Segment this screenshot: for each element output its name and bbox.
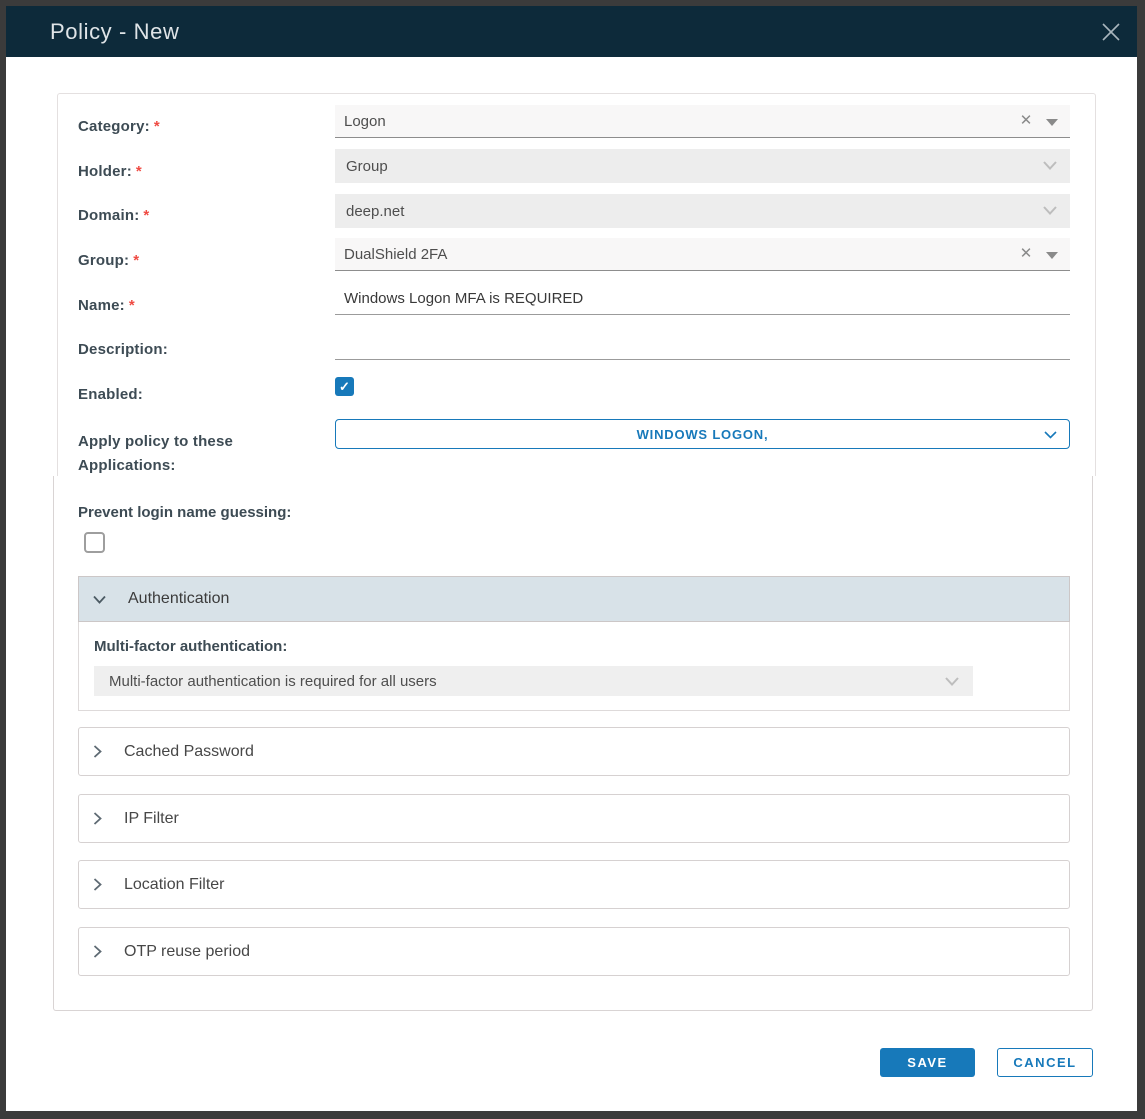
enabled-label-text: Enabled:: [78, 386, 143, 403]
accordion-location-filter[interactable]: Location Filter: [78, 860, 1070, 909]
holder-field-wrap: Group: [335, 149, 1070, 183]
name-input[interactable]: [335, 284, 1070, 315]
accordion-authentication-label: Authentication: [128, 590, 229, 608]
domain-select[interactable]: deep.net: [335, 194, 1070, 228]
chevron-right-icon: [93, 812, 102, 825]
applications-value: WINDOWS LOGON,: [637, 427, 769, 442]
required-asterisk: *: [143, 207, 149, 224]
category-field-wrap: Logon ✕: [335, 105, 1070, 138]
group-field-wrap: DualShield 2FA ✕: [335, 238, 1070, 271]
name-label-text: Name:: [78, 297, 125, 314]
holder-label: Holder:*: [78, 163, 142, 180]
dropdown-caret-icon[interactable]: [1046, 252, 1058, 259]
accordion-cached-password[interactable]: Cached Password: [78, 727, 1070, 776]
description-label: Description:: [78, 341, 168, 358]
prevent-guessing-checkbox-wrap: [84, 532, 105, 553]
domain-field-wrap: deep.net: [335, 194, 1070, 228]
chevron-down-icon: [1044, 431, 1057, 439]
category-label-text: Category:: [78, 118, 150, 135]
description-input[interactable]: [335, 329, 1070, 360]
category-combobox[interactable]: Logon ✕: [335, 105, 1070, 138]
accordion-otp-reuse-period[interactable]: OTP reuse period: [78, 927, 1070, 976]
description-label-text: Description:: [78, 341, 168, 358]
required-asterisk: *: [154, 118, 160, 135]
group-value: DualShield 2FA: [344, 246, 447, 263]
chevron-right-icon: [93, 945, 102, 958]
mfa-select[interactable]: Multi-factor authentication is required …: [94, 666, 973, 696]
enabled-field-wrap: ✓: [335, 377, 1070, 396]
chevron-down-icon: [93, 595, 106, 604]
category-label: Category:*: [78, 118, 160, 135]
dialog-body: Category:* Logon ✕ Holder:* Group: [6, 57, 1137, 1111]
group-combobox[interactable]: DualShield 2FA ✕: [335, 238, 1070, 271]
form-panel-bottom: Prevent login name guessing: Authenticat…: [53, 476, 1093, 1011]
required-asterisk: *: [133, 252, 139, 269]
required-asterisk: *: [129, 297, 135, 314]
clear-icon[interactable]: ✕: [1018, 245, 1034, 263]
accordion-cached-password-label: Cached Password: [124, 743, 254, 761]
apply-policy-label: Apply policy to these Applications:: [78, 430, 233, 478]
policy-dialog: Policy - New Category:* Logon ✕: [6, 6, 1137, 1111]
chevron-down-icon: [1043, 161, 1057, 170]
applications-field-wrap: WINDOWS LOGON,: [335, 419, 1070, 449]
accordion-otp-reuse-period-label: OTP reuse period: [124, 943, 250, 961]
window-frame: Policy - New Category:* Logon ✕: [0, 0, 1145, 1119]
dropdown-caret-icon[interactable]: [1046, 119, 1058, 126]
applications-multiselect[interactable]: WINDOWS LOGON,: [335, 419, 1070, 449]
form-panel-top: Category:* Logon ✕ Holder:* Group: [57, 93, 1096, 476]
cancel-button[interactable]: CANCEL: [997, 1048, 1093, 1077]
clear-icon[interactable]: ✕: [1018, 112, 1034, 130]
domain-label-text: Domain:: [78, 207, 139, 224]
chevron-down-icon: [1043, 206, 1057, 215]
group-label-text: Group:: [78, 252, 129, 269]
accordion-location-filter-label: Location Filter: [124, 876, 225, 894]
dialog-titlebar: Policy - New: [6, 6, 1137, 57]
mfa-value: Multi-factor authentication is required …: [109, 673, 437, 690]
holder-label-text: Holder:: [78, 163, 132, 180]
chevron-right-icon: [93, 878, 102, 891]
apply-policy-label-line2: Applications:: [78, 454, 233, 478]
save-button[interactable]: SAVE: [880, 1048, 975, 1077]
mfa-label: Multi-factor authentication:: [94, 638, 287, 655]
category-value: Logon: [344, 113, 386, 130]
authentication-panel: Multi-factor authentication: Multi-facto…: [78, 622, 1070, 711]
page-title: Policy - New: [50, 19, 179, 45]
accordion-authentication[interactable]: Authentication: [78, 576, 1070, 622]
chevron-down-icon: [945, 677, 959, 686]
accordion-ip-filter-label: IP Filter: [124, 810, 179, 828]
chevron-right-icon: [93, 745, 102, 758]
name-field-wrap: [335, 284, 1070, 315]
enabled-checkbox[interactable]: ✓: [335, 377, 354, 396]
holder-value: Group: [346, 158, 388, 175]
name-label: Name:*: [78, 297, 135, 314]
prevent-guessing-checkbox[interactable]: [84, 532, 105, 553]
holder-select[interactable]: Group: [335, 149, 1070, 183]
description-field-wrap: [335, 329, 1070, 360]
domain-label: Domain:*: [78, 207, 149, 224]
required-asterisk: *: [136, 163, 142, 180]
close-icon: [1100, 21, 1122, 43]
domain-value: deep.net: [346, 203, 404, 220]
enabled-label: Enabled:: [78, 386, 143, 403]
apply-policy-label-line1: Apply policy to these: [78, 430, 233, 454]
accordion-ip-filter[interactable]: IP Filter: [78, 794, 1070, 843]
group-label: Group:*: [78, 252, 139, 269]
prevent-guessing-label: Prevent login name guessing:: [78, 504, 291, 521]
close-button[interactable]: [1099, 20, 1123, 44]
